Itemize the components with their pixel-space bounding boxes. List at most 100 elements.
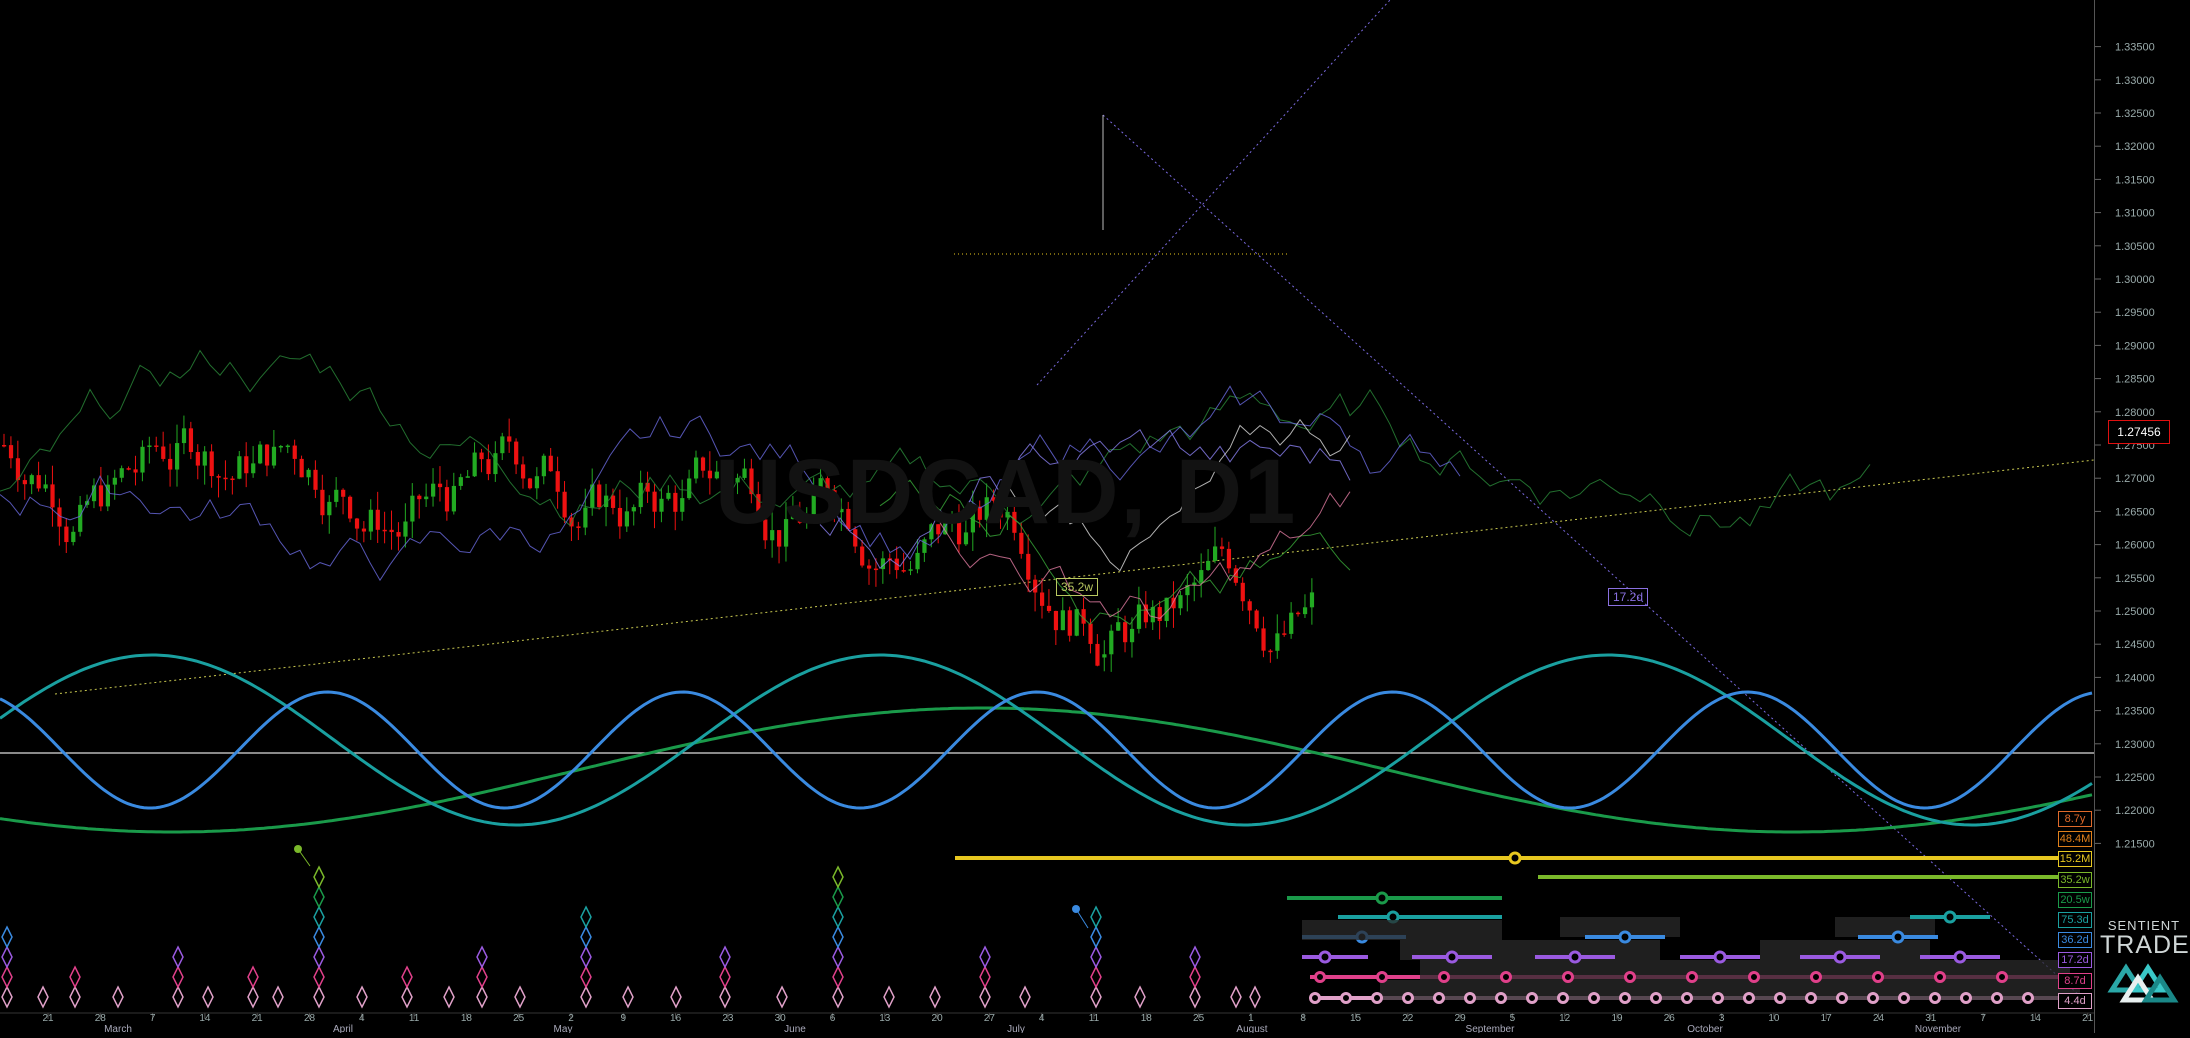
trough-diamond-marker xyxy=(313,925,325,949)
trough-diamond-marker xyxy=(832,985,844,1009)
candle xyxy=(1219,546,1225,549)
trough-diamond-marker xyxy=(883,985,895,1009)
candle xyxy=(680,498,685,512)
cycle-annotation-tag: 35.2w xyxy=(1056,578,1099,596)
price-tick-label: 1.22000 xyxy=(2115,805,2155,817)
time-tick-label: 7 xyxy=(150,1013,156,1024)
cycle-phase-node xyxy=(1371,992,1383,1004)
candle xyxy=(1046,605,1052,611)
time-tick-label: 11 xyxy=(1089,1013,1100,1024)
candle xyxy=(147,445,152,447)
candle xyxy=(1206,560,1211,571)
candle xyxy=(1129,628,1135,643)
candle xyxy=(555,471,560,492)
trough-diamond-marker xyxy=(1090,945,1102,969)
candle xyxy=(1247,601,1252,611)
descending-trendline xyxy=(1102,114,2091,1006)
trough-diamond-marker xyxy=(979,965,991,989)
month-label: August xyxy=(1236,1024,1267,1033)
cycle-phase-node xyxy=(1318,950,1332,964)
candle xyxy=(451,485,456,512)
candle xyxy=(230,478,235,481)
trough-diamond-marker xyxy=(832,925,844,949)
trough-diamond-marker xyxy=(401,985,413,1009)
candle xyxy=(1074,609,1079,636)
trough-diamond-marker xyxy=(313,965,325,989)
candle xyxy=(631,507,636,512)
candle xyxy=(271,446,277,466)
candle xyxy=(181,428,187,444)
trough-diamond-marker xyxy=(580,945,592,969)
price-tick-label: 1.25000 xyxy=(2115,606,2155,618)
trough-diamond-marker xyxy=(1249,985,1261,1009)
time-tick-label: 28 xyxy=(95,1013,107,1024)
cycle-phase-node xyxy=(1433,992,1445,1004)
candle xyxy=(1067,610,1072,636)
cycle-phase-node xyxy=(2022,992,2034,1004)
time-tick-label: 12 xyxy=(1559,1013,1571,1024)
candle xyxy=(78,504,83,532)
price-tick-label: 1.23000 xyxy=(2115,739,2155,751)
candle xyxy=(465,476,470,478)
price-tick-label: 1.30000 xyxy=(2115,274,2155,286)
trough-diamond-marker xyxy=(670,985,682,1009)
time-tick-label: 8 xyxy=(1300,1013,1306,1024)
time-tick-label: 20 xyxy=(932,1013,944,1024)
time-tick-label: 19 xyxy=(1611,1013,1623,1024)
time-tick-label: 27 xyxy=(984,1013,996,1024)
candle xyxy=(534,476,540,489)
cycle-label: 8.7d xyxy=(2058,972,2092,989)
time-tick-label: 1 xyxy=(1248,1013,1254,1024)
month-label: May xyxy=(554,1024,573,1033)
trough-diamond-marker xyxy=(832,905,844,929)
candle xyxy=(1026,553,1031,580)
cycle-phase-node xyxy=(1774,992,1786,1004)
candle xyxy=(112,477,117,485)
candle xyxy=(29,475,34,485)
cycle-phase-node xyxy=(1996,971,2008,983)
trough-diamond-marker xyxy=(356,985,368,1009)
trough-diamond-marker xyxy=(1019,985,1031,1009)
time-tick-label: 18 xyxy=(461,1013,473,1024)
trough-diamond-marker xyxy=(1134,985,1146,1009)
brand-line-2: TRADER xyxy=(2100,931,2190,959)
trough-diamond-marker xyxy=(1090,985,1102,1009)
price-axis[interactable]: 1.33500 1.33000 1.32500 1.32000 1.31500 1.310… xyxy=(2094,0,2190,1033)
candle xyxy=(700,457,706,471)
price-tick-label: 1.32000 xyxy=(2115,141,2155,153)
candle xyxy=(437,483,443,488)
time-tick-label: 7 xyxy=(1980,1013,1986,1024)
candle xyxy=(493,453,498,475)
candle xyxy=(175,443,180,470)
trough-diamond-marker xyxy=(313,945,325,969)
candle xyxy=(458,477,463,486)
candle xyxy=(223,477,228,480)
cycle-label: 8.7y xyxy=(2058,811,2092,827)
cycle-label: 17.2d xyxy=(2058,952,2092,969)
trough-diamond-marker xyxy=(580,905,592,929)
cycle-phase-node xyxy=(1713,950,1727,964)
candle xyxy=(354,518,360,529)
projection-shade xyxy=(1420,960,2070,980)
cycle-label: 4.4d xyxy=(2058,992,2092,1009)
candle xyxy=(292,445,297,459)
cycle-phase-node xyxy=(1314,971,1326,983)
candle xyxy=(424,496,429,500)
candle xyxy=(624,511,629,527)
cycle-phase-node xyxy=(1748,971,1760,983)
cycle-phase-node xyxy=(1836,992,1848,1004)
candle xyxy=(389,529,394,533)
candle xyxy=(1302,607,1308,615)
candle xyxy=(1254,610,1259,629)
price-tick-label: 1.31500 xyxy=(2115,174,2155,186)
cycle-phase-node xyxy=(1557,992,1569,1004)
price-tick-label: 1.25500 xyxy=(2115,573,2155,585)
time-tick-label: 21 xyxy=(42,1013,54,1024)
candle xyxy=(341,489,346,497)
candle xyxy=(320,489,325,516)
trough-diamond-marker xyxy=(580,925,592,949)
price-tick-label: 1.30500 xyxy=(2115,241,2155,253)
candle xyxy=(666,492,671,499)
trough-dot-stem xyxy=(1075,908,1089,929)
candle xyxy=(1296,612,1301,615)
